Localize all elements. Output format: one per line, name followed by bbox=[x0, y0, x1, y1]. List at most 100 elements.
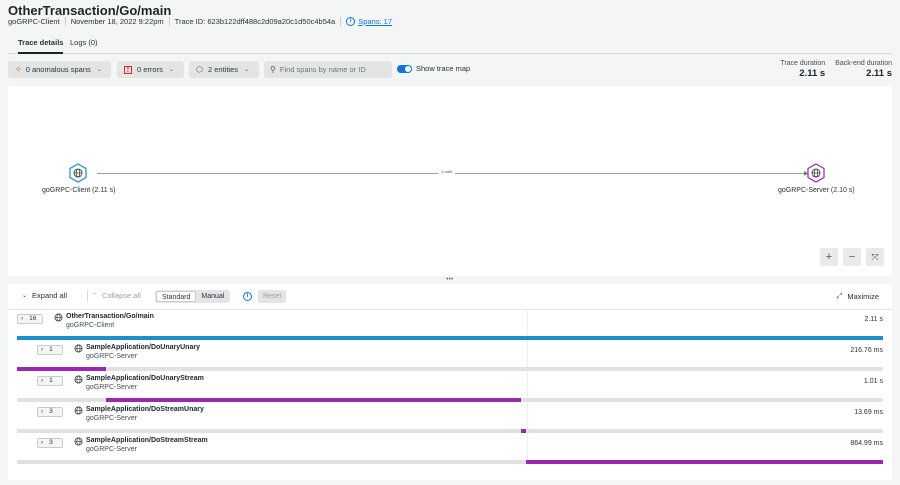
expand-children-button[interactable]: › 3 bbox=[37, 438, 63, 448]
trace-duration-label: Trace duration bbox=[780, 60, 826, 67]
trace-map[interactable]: goGRPC-Client (2.11 s) ▶ 4 calls goGRPC-… bbox=[8, 86, 892, 276]
span-duration-bar[interactable] bbox=[526, 460, 883, 464]
server-node[interactable] bbox=[807, 163, 825, 183]
backend-duration-label: Back-end duration bbox=[835, 60, 892, 67]
chevron-right-icon: › bbox=[41, 377, 44, 384]
hexagon-globe-icon bbox=[807, 163, 825, 183]
maximize-label: Maximize bbox=[847, 292, 879, 301]
trace-meta: goGRPC-Client November 18, 2022 9:22pm T… bbox=[8, 17, 392, 26]
span-entity: goGRPC-Client bbox=[66, 322, 115, 329]
span-timeline-track bbox=[17, 398, 883, 402]
chevron-up-icon: ⌃ bbox=[92, 293, 98, 299]
chevron-right-icon: › bbox=[21, 315, 24, 322]
span-row[interactable]: › 3 SampleApplication/DoStreamStream goGRPC… bbox=[8, 435, 892, 466]
backend-duration: Back-end duration 2.11 s bbox=[835, 60, 892, 79]
entity-icon: ⬡ bbox=[196, 65, 203, 74]
trace-duration-value: 2.11 s bbox=[799, 68, 826, 79]
reset-button[interactable]: Reset bbox=[258, 290, 287, 303]
zoom-out-button[interactable]: − bbox=[843, 248, 861, 266]
anomalous-spans-label: 0 anomalous spans bbox=[25, 65, 91, 74]
span-duration-bar[interactable] bbox=[17, 336, 883, 340]
span-entity: goGRPC-Server bbox=[86, 384, 137, 391]
client-node-label: goGRPC-Client (2.11 s) bbox=[42, 187, 116, 194]
expand-all-button[interactable]: ⌄ Expand all bbox=[22, 291, 67, 300]
tab-bar: Trace details Logs (0) bbox=[8, 37, 892, 54]
expand-children-button[interactable]: › 3 bbox=[37, 407, 63, 417]
divider bbox=[64, 17, 66, 26]
entities-label: 2 entities bbox=[207, 65, 239, 74]
trace-duration: Trace duration 2.11 s bbox=[780, 60, 825, 79]
info-icon: i bbox=[346, 17, 356, 26]
child-count: 3 bbox=[49, 439, 53, 446]
span-name[interactable]: SampleApplication/DoStreamUnary bbox=[86, 406, 204, 413]
expand-children-button[interactable]: › 1 bbox=[37, 376, 63, 386]
child-count: 1 bbox=[49, 377, 53, 384]
error-icon: ! bbox=[124, 65, 132, 74]
divider bbox=[87, 290, 88, 302]
span-duration: 1.01 s bbox=[863, 378, 883, 385]
errors-label: 0 errors bbox=[137, 65, 163, 74]
tab-trace-details[interactable]: Trace details bbox=[18, 38, 64, 54]
span-entity: goGRPC-Server bbox=[86, 415, 137, 422]
manual-view-button[interactable]: Manual bbox=[196, 291, 229, 302]
span-duration: 216.76 ms bbox=[850, 347, 883, 354]
tab-logs[interactable]: Logs (0) bbox=[70, 38, 98, 54]
search-input[interactable] bbox=[279, 65, 390, 74]
span-row[interactable]: › 1 SampleApplication/DoUnaryUnary goGRPC-S… bbox=[8, 342, 892, 373]
spans-link[interactable]: Spans: 17 bbox=[358, 17, 392, 26]
span-entity: goGRPC-Server bbox=[86, 446, 137, 453]
expand-children-button[interactable]: › 16 bbox=[17, 314, 43, 324]
standard-view-button[interactable]: Standard bbox=[156, 291, 197, 302]
span-name[interactable]: SampleApplication/DoStreamStream bbox=[86, 437, 208, 444]
span-duration-bar[interactable] bbox=[521, 429, 526, 433]
span-duration: 864.99 ms bbox=[850, 440, 883, 447]
span-duration-bar[interactable] bbox=[17, 367, 106, 371]
span-timeline-track bbox=[17, 336, 883, 340]
errors-dropdown[interactable]: ! 0 errors ⌄ bbox=[117, 61, 184, 78]
info-icon[interactable]: i bbox=[243, 292, 252, 301]
child-count: 1 bbox=[49, 346, 53, 353]
server-node-label: goGRPC-Server (2.10 s) bbox=[778, 187, 855, 194]
span-row[interactable]: › 1 SampleApplication/DoUnaryStream goGRPC-… bbox=[8, 373, 892, 404]
durations: Trace duration 2.11 s Back-end duration … bbox=[770, 60, 892, 79]
globe-icon bbox=[74, 375, 83, 384]
anomalous-spans-dropdown[interactable]: ⁘ 0 anomalous spans ⌄ bbox=[8, 61, 111, 78]
chevron-right-icon: › bbox=[41, 408, 44, 415]
span-duration: 2.11 s bbox=[864, 316, 883, 323]
collapse-all-button[interactable]: ⌃ Collapse all bbox=[92, 291, 141, 300]
trace-map-toggle-wrap[interactable]: Show trace map bbox=[397, 64, 470, 73]
expand-all-label: Expand all bbox=[32, 291, 68, 300]
span-duration: 13.69 ms bbox=[854, 409, 883, 416]
expand-icon: ⤢ bbox=[836, 292, 843, 300]
span-name[interactable]: OtherTransaction/Go/main bbox=[66, 313, 154, 320]
anomaly-icon: ⁘ bbox=[15, 65, 22, 74]
divider bbox=[8, 309, 892, 310]
span-name[interactable]: SampleApplication/DoUnaryUnary bbox=[86, 344, 200, 351]
divider bbox=[168, 17, 170, 26]
trace-date: November 18, 2022 9:22pm bbox=[70, 17, 164, 26]
entity-name[interactable]: goGRPC-Client bbox=[8, 17, 60, 26]
zoom-in-button[interactable]: + bbox=[820, 248, 838, 266]
resize-handle[interactable]: ••• bbox=[446, 276, 453, 283]
span-name[interactable]: SampleApplication/DoUnaryStream bbox=[86, 375, 204, 382]
chevron-right-icon: › bbox=[41, 439, 44, 446]
span-timeline-track bbox=[17, 429, 883, 433]
divider bbox=[340, 17, 342, 26]
fit-view-button[interactable]: ⤧ bbox=[866, 248, 884, 266]
trace-map-toggle[interactable] bbox=[397, 64, 412, 73]
expand-children-button[interactable]: › 1 bbox=[37, 345, 63, 355]
hexagon-globe-icon bbox=[69, 163, 87, 183]
client-node[interactable] bbox=[69, 163, 87, 183]
globe-icon bbox=[74, 437, 83, 446]
span-timeline-track bbox=[17, 460, 883, 464]
maximize-button[interactable]: ⤢ Maximize bbox=[837, 292, 879, 301]
span-row[interactable]: › 16 OtherTransaction/Go/main goGRPC-Client… bbox=[8, 311, 892, 342]
chevron-down-icon: ⌄ bbox=[244, 67, 250, 73]
entities-dropdown[interactable]: ⬡ 2 entities ⌄ bbox=[189, 61, 259, 78]
span-search[interactable]: ⚲ bbox=[264, 61, 392, 78]
span-row[interactable]: › 3 SampleApplication/DoStreamUnary goGRPC-… bbox=[8, 404, 892, 435]
view-mode-segmented: Standard Manual bbox=[155, 290, 231, 303]
span-duration-bar[interactable] bbox=[106, 398, 521, 402]
chevron-down-icon: ⌄ bbox=[22, 293, 28, 299]
backend-duration-value: 2.11 s bbox=[866, 68, 892, 79]
